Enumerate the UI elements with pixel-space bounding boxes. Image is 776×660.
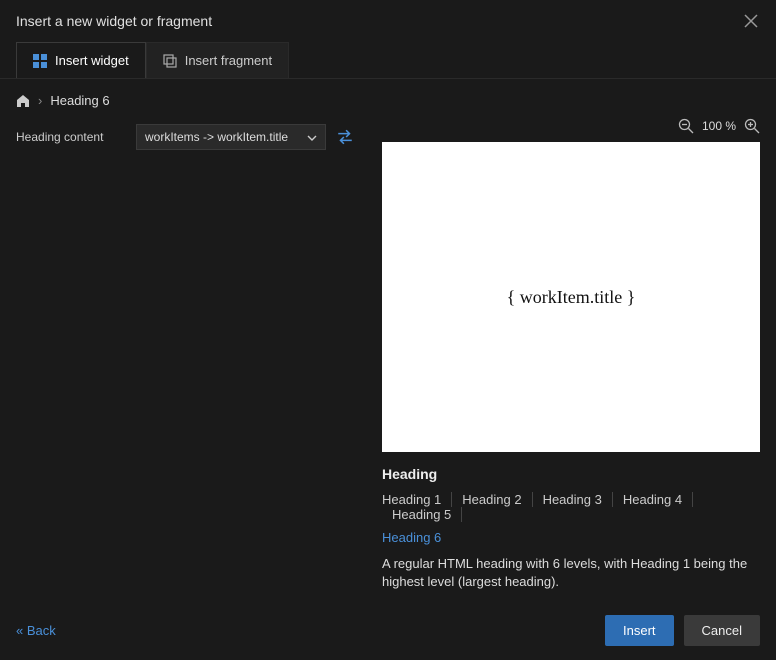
- footer: « Back Insert Cancel: [0, 603, 776, 660]
- tab-label: Insert widget: [55, 53, 129, 68]
- preview-canvas: { workItem.title }: [382, 142, 760, 452]
- zoom-out-icon: [678, 118, 694, 134]
- preview-text: { workItem.title }: [507, 287, 636, 308]
- preview-pane: 100 % { workItem.title } Heading Heading…: [382, 118, 760, 603]
- tab-label: Insert fragment: [185, 53, 272, 68]
- widget-description: A regular HTML heading with 6 levels, wi…: [382, 555, 760, 591]
- breadcrumb: › Heading 6: [0, 79, 776, 118]
- widget-info: Heading Heading 1 Heading 2 Heading 3 He…: [382, 452, 760, 591]
- close-icon: [744, 14, 758, 28]
- swap-icon: [336, 128, 354, 146]
- widget-info-title: Heading: [382, 466, 760, 482]
- content-area: Heading content workItems -> workItem.ti…: [0, 118, 776, 603]
- swap-button[interactable]: [336, 128, 354, 146]
- zoom-out-button[interactable]: [678, 118, 694, 134]
- dialog-title: Insert a new widget or fragment: [16, 13, 212, 29]
- heading-content-row: Heading content workItems -> workItem.ti…: [16, 118, 366, 150]
- heading-content-label: Heading content: [16, 130, 126, 144]
- zoom-bar: 100 %: [382, 118, 760, 142]
- insert-widget-dialog: Insert a new widget or fragment Insert w…: [0, 0, 776, 660]
- zoom-in-icon: [744, 118, 760, 134]
- select-value: workItems -> workItem.title: [145, 130, 288, 144]
- heading-link-4[interactable]: Heading 4: [613, 492, 693, 507]
- config-pane: Heading content workItems -> workItem.ti…: [16, 118, 366, 603]
- fragment-icon: [163, 54, 177, 68]
- tab-insert-fragment[interactable]: Insert fragment: [146, 42, 289, 78]
- tabs: Insert widget Insert fragment: [0, 42, 776, 79]
- heading-link-5[interactable]: Heading 5: [382, 507, 462, 522]
- heading-level-links: Heading 1 Heading 2 Heading 3 Heading 4 …: [382, 492, 760, 545]
- heading-link-3[interactable]: Heading 3: [533, 492, 613, 507]
- heading-link-6[interactable]: Heading 6: [382, 530, 451, 545]
- insert-button[interactable]: Insert: [605, 615, 674, 646]
- cancel-button[interactable]: Cancel: [684, 615, 760, 646]
- back-link[interactable]: « Back: [16, 623, 56, 638]
- widget-icon: [33, 54, 47, 68]
- heading-link-2[interactable]: Heading 2: [452, 492, 532, 507]
- footer-buttons: Insert Cancel: [605, 615, 760, 646]
- close-button[interactable]: [742, 12, 760, 30]
- heading-link-1[interactable]: Heading 1: [382, 492, 452, 507]
- chevron-right-icon: ›: [38, 93, 42, 108]
- breadcrumb-current: Heading 6: [50, 93, 109, 108]
- zoom-value: 100 %: [702, 119, 736, 133]
- caret-down-icon: [307, 132, 317, 142]
- home-icon[interactable]: [16, 94, 30, 108]
- titlebar: Insert a new widget or fragment: [0, 0, 776, 42]
- heading-content-select[interactable]: workItems -> workItem.title: [136, 124, 326, 150]
- zoom-in-button[interactable]: [744, 118, 760, 134]
- tab-insert-widget[interactable]: Insert widget: [16, 42, 146, 78]
